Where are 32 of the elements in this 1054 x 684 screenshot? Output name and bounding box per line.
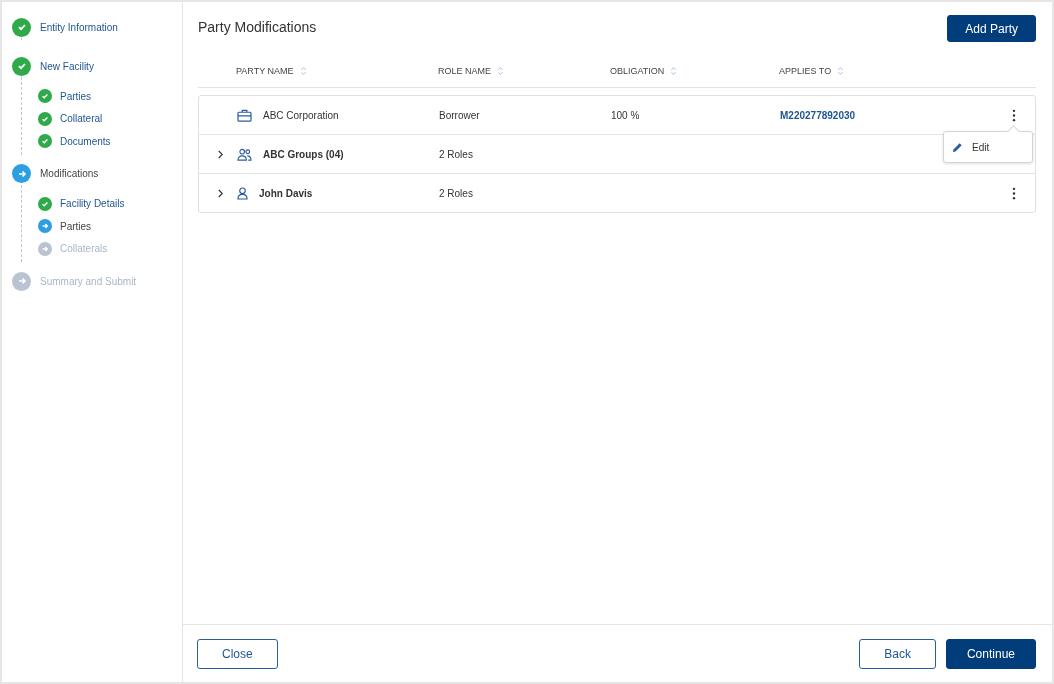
step-label[interactable]: New Facility [40,60,94,72]
column-header[interactable]: PARTY NAME [236,66,438,76]
step-label[interactable]: Entity Information [40,21,118,33]
party-name: John Davis [259,187,313,199]
column-header[interactable]: APPLIES TO [779,66,979,76]
chevron-icon[interactable] [216,149,224,159]
chevron-icon[interactable] [216,188,224,198]
role-name: 2 Roles [439,148,473,160]
pencil-icon [952,141,963,153]
party-name: ABC Groups (04) [263,148,344,160]
continue-button[interactable]: Continue [945,638,1036,669]
add-party-button[interactable]: Add Party [947,15,1036,42]
column-header[interactable]: ROLE NAME [438,66,610,76]
close-button[interactable]: Close [197,638,278,669]
page-title: Party Modifications [198,19,317,35]
step-label[interactable]: Facility Details [60,198,125,210]
step-label[interactable]: Documents [60,135,111,147]
people-icon [237,147,252,161]
back-button[interactable]: Back [859,638,936,669]
step-label[interactable]: Collateral [60,113,103,125]
edit-menu-item[interactable]: Edit [944,132,1032,162]
person-icon [237,186,248,200]
step-label[interactable]: Modifications [40,168,99,179]
applies-to-link[interactable]: M220277892030 [780,109,856,121]
obligation-value: 100 % [611,109,640,121]
column-header[interactable]: OBLIGATION [610,66,779,76]
briefcase-icon [237,108,252,122]
role-name: Borrower [439,109,480,121]
step-label[interactable]: Parties [60,220,92,232]
step-label[interactable]: Parties [60,90,92,102]
role-name: 2 Roles [439,187,473,199]
party-name: ABC Corporation [263,109,339,121]
